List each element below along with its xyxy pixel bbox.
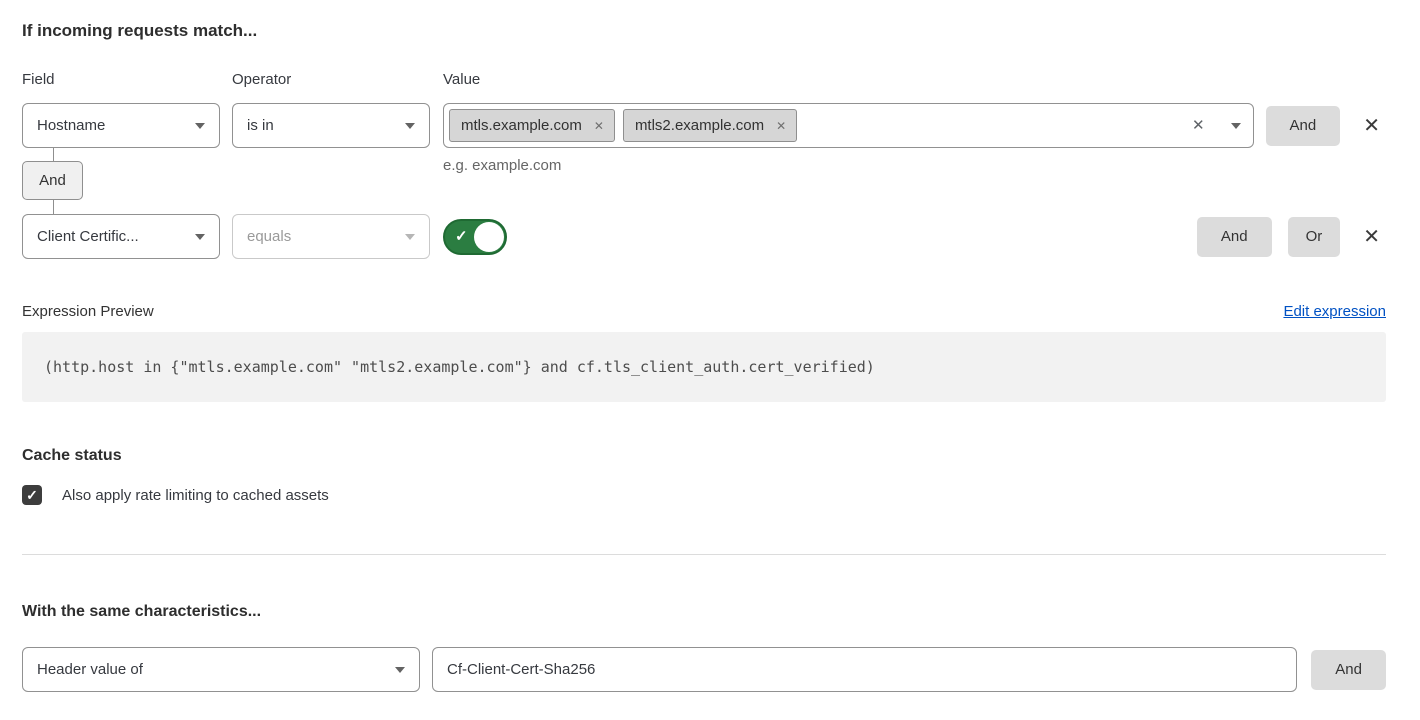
match-section-title: If incoming requests match... (22, 20, 1386, 42)
edit-expression-link[interactable]: Edit expression (1283, 303, 1386, 320)
cache-checkbox-row: ✓ Also apply rate limiting to cached ass… (22, 485, 1386, 505)
remove-condition-icon[interactable]: ✕ (1363, 227, 1380, 247)
expression-preview-header: Expression Preview Edit expression (22, 303, 1386, 320)
value-tag: mtls.example.com ✕ (449, 109, 615, 142)
chevron-down-icon (405, 123, 415, 129)
condition-row: Hostname is in mtls.example.com ✕ mtls2.… (22, 103, 1386, 148)
chevron-down-icon (395, 667, 405, 673)
certificate-verified-toggle[interactable]: ✓ (443, 219, 507, 255)
value-multiselect[interactable]: mtls.example.com ✕ mtls2.example.com ✕ ✕ (443, 103, 1254, 148)
field-select-value: Client Certific... (37, 228, 139, 245)
multiselect-controls: ✕ (1192, 118, 1241, 133)
field-select[interactable]: Client Certific... (22, 214, 220, 259)
characteristic-select[interactable]: Header value of (22, 647, 420, 692)
operator-select-value: is in (247, 117, 274, 134)
row-actions: And Or ✕ (1197, 217, 1386, 257)
add-and-condition-button[interactable]: And (1266, 106, 1341, 146)
operator-select-value: equals (247, 228, 291, 245)
characteristic-select-value: Header value of (37, 661, 143, 678)
field-column-label: Field (22, 71, 220, 89)
chevron-down-icon (405, 234, 415, 240)
value-tag-label: mtls2.example.com (635, 117, 764, 134)
column-labels: Field Operator Value (22, 71, 1386, 89)
toggle-knob (474, 222, 504, 252)
check-icon: ✓ (26, 488, 38, 502)
header-name-input[interactable] (432, 647, 1297, 692)
field-select[interactable]: Hostname (22, 103, 220, 148)
add-and-condition-button[interactable]: And (1197, 217, 1272, 257)
characteristics-title: With the same characteristics... (22, 602, 1386, 621)
section-divider (22, 554, 1386, 555)
operator-select[interactable]: is in (232, 103, 430, 148)
and-connector-button[interactable]: And (22, 161, 83, 200)
operator-column-label: Operator (232, 71, 430, 89)
check-icon: ✓ (455, 229, 468, 244)
cache-status-title: Cache status (22, 446, 1386, 465)
value-helper-text: e.g. example.com (443, 157, 561, 174)
expression-preview-label: Expression Preview (22, 303, 154, 320)
characteristics-row: Header value of And (22, 647, 1386, 692)
remove-condition-icon[interactable]: ✕ (1363, 116, 1380, 136)
field-select-value: Hostname (37, 117, 105, 134)
chevron-down-icon (195, 234, 205, 240)
chevron-down-icon[interactable] (1231, 123, 1241, 129)
value-tag: mtls2.example.com ✕ (623, 109, 797, 142)
add-or-condition-button[interactable]: Or (1288, 217, 1341, 257)
value-tag-label: mtls.example.com (461, 117, 582, 134)
chevron-down-icon (195, 123, 205, 129)
expression-code: (http.host in {"mtls.example.com" "mtls2… (22, 332, 1386, 402)
condition-row: Client Certific... equals ✓ And Or ✕ (22, 214, 1386, 259)
remove-tag-icon[interactable]: ✕ (594, 120, 604, 132)
cached-assets-checkbox-label[interactable]: Also apply rate limiting to cached asset… (62, 487, 329, 504)
clear-values-icon[interactable]: ✕ (1192, 118, 1205, 133)
cached-assets-checkbox[interactable]: ✓ (22, 485, 42, 505)
connector: And (22, 148, 83, 214)
operator-select-disabled: equals (232, 214, 430, 259)
remove-tag-icon[interactable]: ✕ (776, 120, 786, 132)
row-connector-area: And e.g. example.com (22, 148, 1386, 214)
rate-limit-rule-builder: If incoming requests match... Field Oper… (0, 0, 1420, 716)
value-column-label: Value (443, 71, 641, 89)
add-characteristic-and-button[interactable]: And (1311, 650, 1386, 690)
